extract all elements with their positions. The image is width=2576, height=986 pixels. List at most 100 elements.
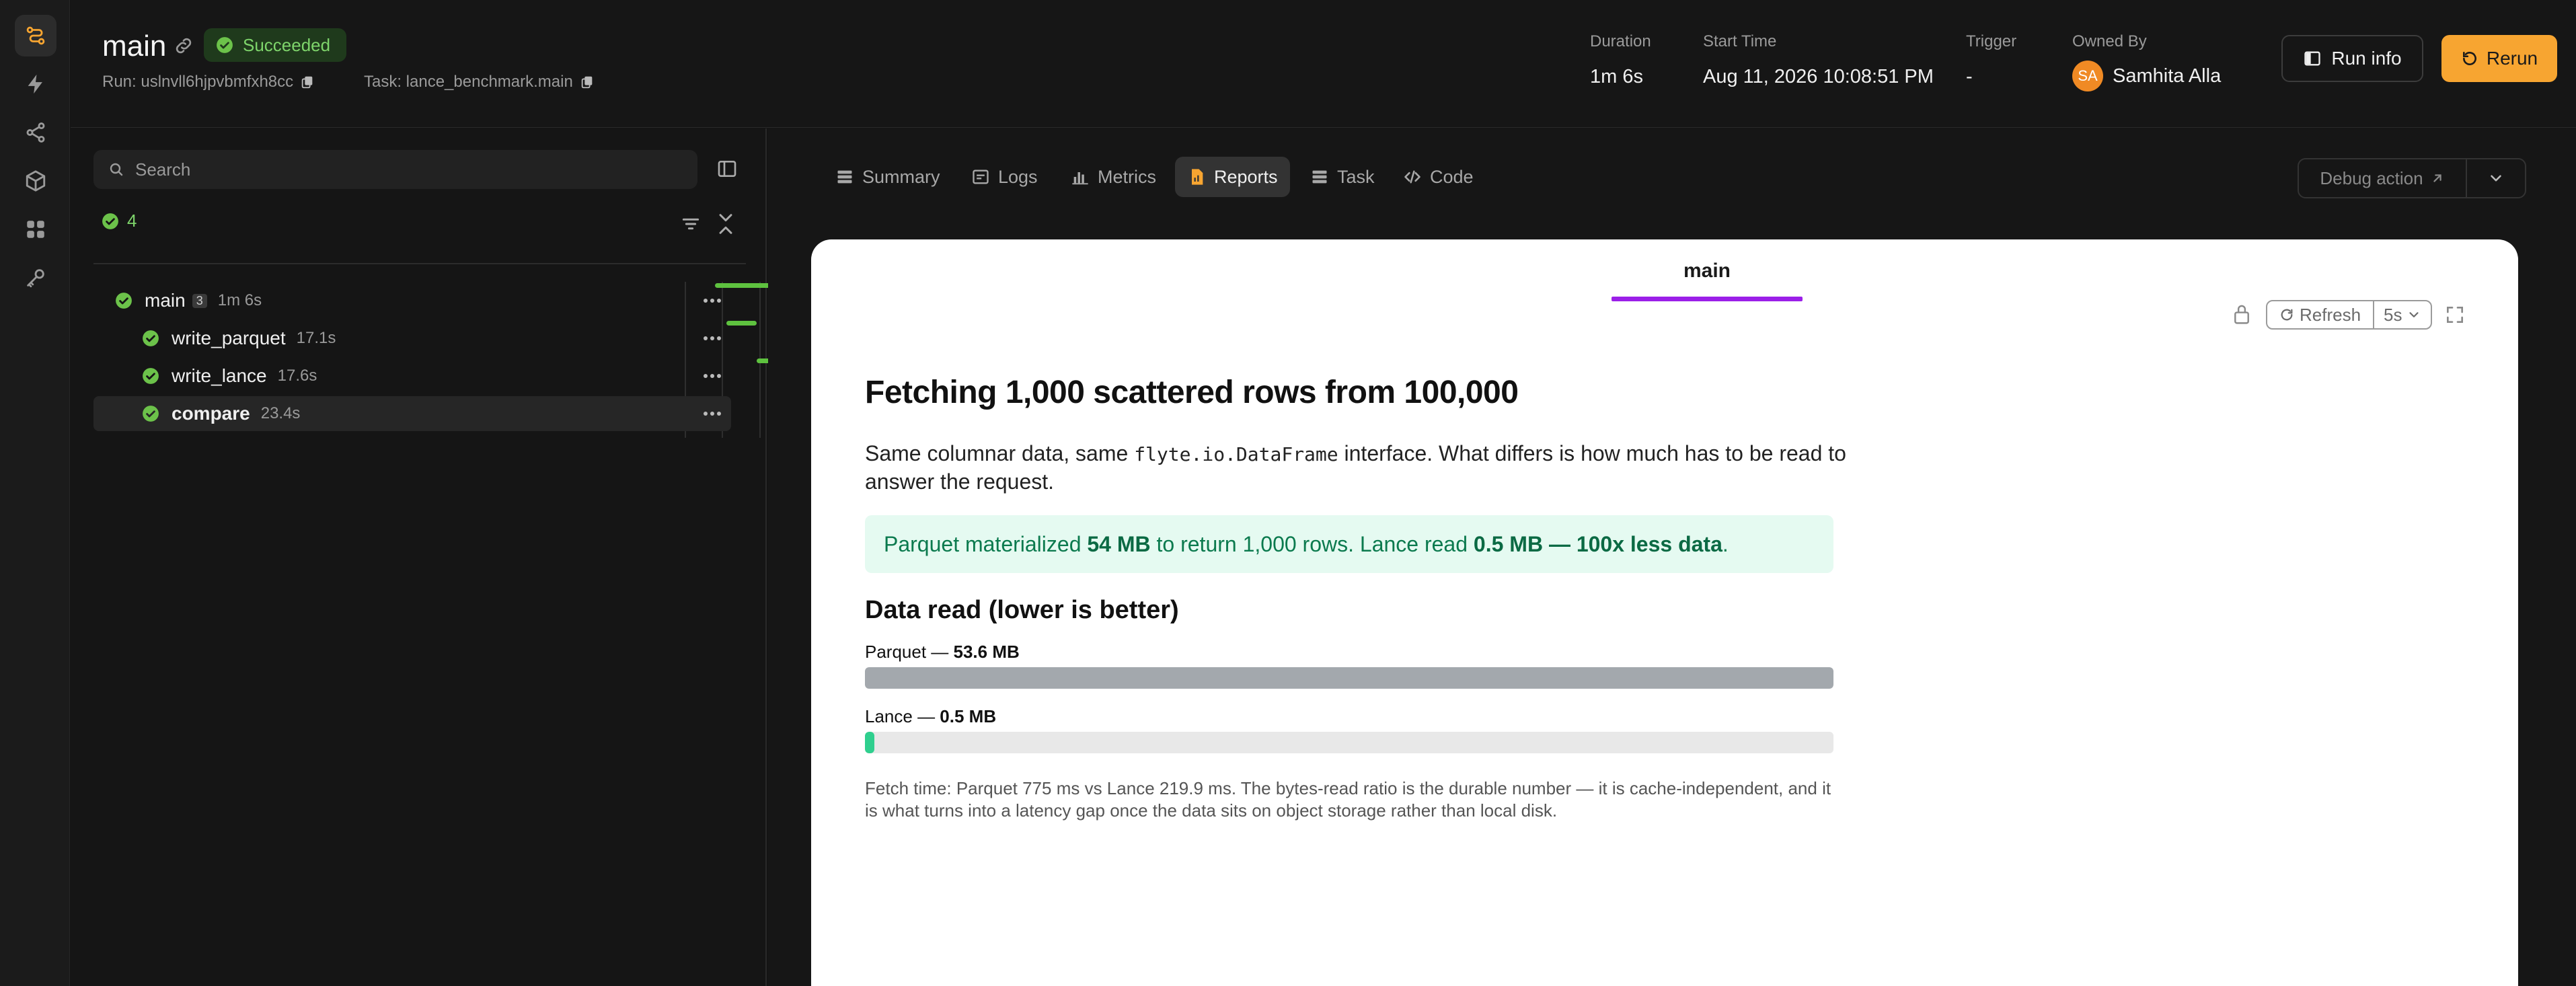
bar-track-parquet	[865, 667, 1833, 689]
filter-icon[interactable]	[680, 213, 702, 235]
copy-run-id-icon[interactable]	[300, 75, 315, 89]
node-name: compare	[172, 403, 250, 424]
runs-nav-button[interactable]	[15, 15, 56, 56]
node-duration: 23.4s	[260, 404, 301, 422]
start-time-stat: Start Time Aug 11, 2026 10:08:51 PM	[1703, 32, 1934, 87]
search-box[interactable]	[93, 150, 697, 189]
more-options-icon[interactable]	[700, 367, 724, 385]
node-name: write_parquet	[172, 328, 286, 348]
packages-nav-button[interactable]	[15, 160, 56, 202]
code-icon	[1404, 170, 1420, 184]
owner-stat: Owned By SA Samhita Alla	[2072, 32, 2221, 91]
run-title: main	[102, 30, 167, 63]
node-duration: 1m 6s	[217, 291, 262, 309]
tree-node-write-parquet[interactable]: write_parquet 17.1s	[93, 321, 731, 356]
success-check-icon	[143, 330, 159, 346]
keys-nav-button[interactable]	[15, 257, 56, 299]
terminal-icon	[973, 169, 989, 184]
main-content: Summary Logs Metrics Reports Task Code D…	[768, 128, 2576, 986]
bar-chart-icon	[1072, 172, 1088, 185]
refresh-icon	[2281, 309, 2293, 321]
tab-reports[interactable]: Reports	[1175, 157, 1290, 197]
node-name: main	[145, 290, 186, 311]
report-panel: main Refresh 5s Fetching 1,000 scattered…	[811, 239, 2518, 986]
debug-action-button[interactable]: Debug action	[2299, 159, 2467, 197]
bar-fill-parquet	[865, 667, 1833, 689]
share-nav-button[interactable]	[15, 112, 56, 153]
collapse-all-icon[interactable]	[715, 211, 736, 237]
active-tab-underline	[1612, 297, 1803, 301]
external-arrow-icon	[2433, 174, 2441, 182]
more-options-icon[interactable]	[700, 329, 724, 348]
node-duration: 17.6s	[277, 367, 317, 385]
key-icon	[27, 269, 44, 288]
success-check-icon	[143, 368, 159, 384]
owner-name: Samhita Alla	[2113, 65, 2222, 87]
lock-icon[interactable]	[2232, 303, 2252, 326]
tab-task[interactable]: Task	[1298, 157, 1387, 197]
rerun-button[interactable]: Rerun	[2441, 35, 2557, 82]
run-id: Run: uslnvll6hjpvbmfxh8cc	[102, 73, 315, 91]
lightning-icon	[28, 74, 42, 94]
side-panel-icon	[2304, 51, 2321, 66]
report-subheading: Data read (lower is better)	[865, 596, 1179, 624]
tab-code[interactable]: Code	[1391, 157, 1486, 197]
refresh-control: Refresh 5s	[2266, 300, 2432, 330]
refresh-interval-select[interactable]: 5s	[2374, 301, 2430, 328]
debug-menu-button[interactable]	[2467, 159, 2525, 197]
tab-metrics[interactable]: Metrics	[1059, 157, 1168, 197]
chevron-down-icon	[2491, 175, 2501, 182]
run-header: main Succeeded Run: uslnvll6hjpvbmfxh8cc…	[71, 0, 2576, 128]
refresh-button[interactable]: Refresh	[2267, 301, 2375, 328]
task-name: Task: lance_benchmark.main	[364, 73, 595, 91]
success-check-icon	[143, 406, 159, 422]
rerun-icon	[2462, 52, 2476, 65]
bar-fill-lance	[865, 732, 875, 753]
child-count-badge: 3	[192, 293, 207, 308]
divider	[93, 263, 746, 264]
debug-action-group: Debug action	[2298, 158, 2526, 198]
report-footnote: Fetch time: Parquet 775 ms vs Lance 219.…	[865, 778, 1831, 821]
bar-label-lance: Lance — 0.5 MB	[865, 706, 997, 726]
inline-code: flyte.io.DataFrame	[1134, 443, 1338, 465]
workflow-icon	[26, 26, 45, 45]
left-nav-rail	[0, 0, 70, 986]
node-name: write_lance	[172, 365, 267, 386]
list-icon	[837, 170, 852, 184]
share-icon	[26, 122, 45, 143]
succeeded-count[interactable]: 4	[102, 211, 137, 231]
triggers-nav-button[interactable]	[15, 63, 56, 105]
duration-stat: Duration 1m 6s	[1590, 32, 1651, 87]
gantt-bar-write-parquet	[726, 321, 757, 326]
bar-track-lance	[865, 732, 1833, 753]
run-info-button[interactable]: Run info	[2281, 35, 2423, 82]
report-tab-main[interactable]: main	[1612, 260, 1803, 282]
success-check-icon	[102, 213, 118, 229]
report-icon	[1192, 169, 1203, 185]
task-tree-panel: 4 main 3 1m 6s write_parquet 17.1s write…	[71, 128, 831, 986]
tab-summary[interactable]: Summary	[823, 157, 952, 197]
fullscreen-icon[interactable]	[2444, 304, 2466, 326]
tree-node-compare[interactable]: compare 23.4s	[93, 396, 731, 431]
success-check-icon	[116, 293, 132, 309]
status-text: Succeeded	[243, 34, 331, 55]
report-callout: Parquet materialized 54 MB to return 1,0…	[865, 515, 1833, 573]
more-options-icon[interactable]	[700, 291, 724, 310]
report-intro: Same columnar data, same flyte.io.DataFr…	[865, 441, 1846, 494]
cube-icon	[26, 170, 46, 192]
tree-node-write-lance[interactable]: write_lance 17.6s	[93, 358, 731, 393]
tree-node-main[interactable]: main 3 1m 6s	[93, 283, 731, 318]
report-heading: Fetching 1,000 scattered rows from 100,0…	[865, 375, 1519, 410]
apps-nav-button[interactable]	[15, 208, 56, 250]
copy-task-icon[interactable]	[580, 75, 595, 89]
collapse-panel-icon[interactable]	[716, 158, 738, 180]
chevron-down-icon	[2409, 312, 2419, 317]
link-icon[interactable]	[173, 35, 194, 56]
avatar: SA	[2072, 61, 2103, 91]
tab-logs[interactable]: Logs	[959, 157, 1050, 197]
search-input[interactable]	[135, 159, 660, 180]
more-options-icon[interactable]	[700, 404, 724, 423]
bar-label-parquet: Parquet — 53.6 MB	[865, 642, 1020, 662]
success-check-icon	[217, 37, 233, 53]
search-icon	[110, 163, 123, 176]
